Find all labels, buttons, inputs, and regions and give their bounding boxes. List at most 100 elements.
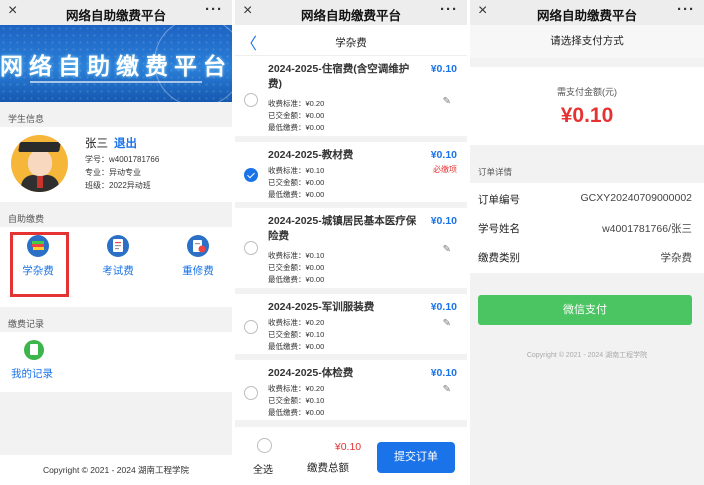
fee-price: ¥0.10 bbox=[430, 215, 457, 227]
banner: 网络自助缴费平台 bbox=[0, 25, 232, 102]
amount-value: ¥0.10 bbox=[560, 104, 614, 127]
fee-checkbox[interactable] bbox=[244, 241, 258, 255]
record-section-label: 缴费记录 bbox=[8, 319, 45, 329]
graduation-cap-icon bbox=[18, 142, 61, 152]
fee-item[interactable]: 2024-2025-城镇居民基本医疗保险费 ¥0.10 ✎ 收费标准：¥0.10… bbox=[235, 208, 467, 294]
amount-box: 需支付金额(元) ¥0.10 bbox=[470, 67, 704, 145]
fee-name: 2024-2025-教材费 bbox=[268, 149, 354, 161]
my-records-button[interactable]: 我的记录 bbox=[0, 332, 232, 392]
more-icon[interactable]: ··· bbox=[440, 1, 458, 18]
avatar-face bbox=[28, 150, 52, 176]
student-section-label: 学生信息 bbox=[8, 114, 45, 124]
fee-retake-button[interactable]: 重修费 bbox=[168, 227, 228, 307]
logout-link[interactable]: 退出 bbox=[114, 138, 137, 150]
fee-checkbox[interactable] bbox=[244, 320, 258, 334]
fee-name: 2024-2025-住宿费(含空调维护费) bbox=[268, 63, 410, 90]
edit-icon[interactable]: ✎ bbox=[443, 318, 451, 329]
fee-minimum: 最低缴费：¥0.00 bbox=[268, 190, 325, 199]
fee-standard: 收费标准：¥0.10 bbox=[268, 166, 325, 175]
fee-name: 2024-2025-体检费 bbox=[268, 367, 354, 379]
fee-minimum: 最低缴费：¥0.00 bbox=[268, 123, 325, 132]
detail-value: GCXY20240709000002 bbox=[580, 192, 692, 204]
required-badge: 必缴项 bbox=[433, 165, 457, 174]
submit-order-button[interactable]: 提交订单 bbox=[377, 442, 455, 473]
more-icon[interactable]: ··· bbox=[205, 1, 223, 18]
detail-row: 学号姓名 w4001781766/张三 bbox=[470, 212, 704, 241]
student-major: 专业：异动专业 bbox=[85, 168, 141, 177]
fee-exam-label: 考试费 bbox=[102, 265, 134, 277]
student-id: 学号：w4001781766 bbox=[85, 155, 160, 164]
fee-list: 2024-2025-住宿费(含空调维护费) ¥0.10 ✎ 收费标准：¥0.20… bbox=[235, 56, 467, 426]
exam-icon bbox=[107, 235, 129, 257]
fee-paid: 已交金额：¥0.00 bbox=[268, 178, 325, 187]
order-detail-title: 订单详情 bbox=[478, 167, 513, 177]
fee-price: ¥0.10 bbox=[430, 367, 457, 379]
fee-item[interactable]: 2024-2025-体检费 ¥0.10 ✎ 收费标准：¥0.20 已交金额：¥0… bbox=[235, 360, 467, 426]
detail-value: w4001781766/张三 bbox=[602, 223, 692, 235]
more-icon[interactable]: ··· bbox=[677, 1, 695, 18]
copyright: Copyright © 2021 - 2024 湖南工程学院 bbox=[526, 352, 648, 359]
detail-key: 订单编号 bbox=[478, 194, 520, 206]
fee-retake-label: 重修费 bbox=[182, 265, 214, 277]
fee-minimum: 最低缴费：¥0.00 bbox=[268, 275, 325, 284]
select-all-label: 全选 bbox=[253, 465, 273, 476]
detail-row: 订单编号 GCXY20240709000002 bbox=[470, 183, 704, 212]
sub-title: 学杂费 bbox=[335, 37, 367, 49]
student-name-row: 张三 退出 bbox=[85, 135, 137, 151]
fee-price: ¥0.10 bbox=[430, 149, 457, 161]
fee-standard: 收费标准：¥0.20 bbox=[268, 318, 325, 327]
retake-icon bbox=[187, 235, 209, 257]
banner-text: 网络自助缴费平台 bbox=[0, 53, 232, 79]
detail-value: 学杂费 bbox=[660, 252, 693, 264]
select-all-checkbox[interactable] bbox=[257, 438, 272, 453]
detail-key: 缴费类别 bbox=[478, 252, 520, 264]
fee-standard: 收费标准：¥0.10 bbox=[268, 251, 325, 260]
record-icon bbox=[24, 340, 44, 360]
detail-key: 学号姓名 bbox=[478, 223, 520, 235]
detail-row: 缴费类别 学杂费 bbox=[470, 241, 704, 270]
fee-paid: 已交金额：¥0.00 bbox=[268, 111, 325, 120]
fee-paid: 已交金额：¥0.10 bbox=[268, 396, 325, 405]
edit-icon[interactable]: ✎ bbox=[443, 384, 451, 395]
fee-price: ¥0.10 bbox=[430, 63, 457, 75]
fee-paid: 已交金额：¥0.10 bbox=[268, 330, 325, 339]
pay-section-label: 自助缴费 bbox=[8, 214, 45, 224]
payment-method-title: 请选择支付方式 bbox=[470, 25, 704, 58]
fee-item[interactable]: 2024-2025-教材费 ¥0.10 必缴项 收费标准：¥0.10 已交金额：… bbox=[235, 142, 467, 208]
fee-price: ¥0.10 bbox=[430, 301, 457, 313]
avatar bbox=[11, 135, 68, 192]
fee-checkbox[interactable] bbox=[244, 93, 258, 107]
fee-minimum: 最低缴费：¥0.00 bbox=[268, 408, 325, 417]
order-detail: 订单编号 GCXY20240709000002 学号姓名 w4001781766… bbox=[470, 183, 704, 273]
top-bar: × 网络自助缴费平台 ··· bbox=[235, 0, 467, 25]
page-title: 网络自助缴费平台 bbox=[536, 9, 637, 23]
fee-item[interactable]: 2024-2025-军训服装费 ¥0.10 ✎ 收费标准：¥0.20 已交金额：… bbox=[235, 294, 467, 360]
banner-divider bbox=[30, 81, 202, 83]
edit-icon[interactable]: ✎ bbox=[443, 244, 451, 255]
sub-header: 〈 学杂费 bbox=[235, 25, 467, 56]
fee-checkbox[interactable] bbox=[244, 386, 258, 400]
copyright: Copyright © 2021 - 2024 湖南工程学院 bbox=[0, 455, 232, 485]
fee-exam-button[interactable]: 考试费 bbox=[88, 227, 148, 307]
fee-standard: 收费标准：¥0.20 bbox=[268, 99, 325, 108]
fee-item[interactable]: 2024-2025-住宿费(含空调维护费) ¥0.10 ✎ 收费标准：¥0.20… bbox=[235, 56, 467, 142]
wechat-pay-button[interactable]: 微信支付 bbox=[478, 295, 692, 325]
fee-checkbox-checked[interactable] bbox=[244, 168, 258, 182]
edit-icon[interactable]: ✎ bbox=[443, 96, 451, 107]
page-title: 网络自助缴费平台 bbox=[65, 9, 166, 23]
top-bar: × 网络自助缴费平台 ··· bbox=[0, 0, 232, 25]
top-bar: × 网络自助缴费平台 ··· bbox=[470, 0, 704, 25]
payment-panel: × 网络自助缴费平台 ··· 请选择支付方式 需支付金额(元) ¥0.10 订单… bbox=[470, 0, 704, 485]
fee-name: 2024-2025-军训服装费 bbox=[268, 301, 375, 313]
fee-list-panel: × 网络自助缴费平台 ··· 〈 学杂费 2024-2025-住宿费(含空调维护… bbox=[235, 0, 467, 485]
my-records-label: 我的记录 bbox=[11, 368, 53, 380]
student-card: 张三 退出 学号：w4001781766 专业：异动专业 班级：2022异动班 bbox=[0, 127, 232, 202]
total-label: 缴费总额 bbox=[307, 462, 349, 474]
total-amount: ¥0.10 bbox=[334, 441, 362, 453]
fee-minimum: 最低缴费：¥0.00 bbox=[268, 342, 325, 351]
amount-label: 需支付金额(元) bbox=[557, 87, 617, 97]
fee-name: 2024-2025-城镇居民基本医疗保险费 bbox=[268, 215, 417, 242]
fee-standard: 收费标准：¥0.20 bbox=[268, 384, 325, 393]
selection-highlight bbox=[10, 232, 69, 297]
page-title: 网络自助缴费平台 bbox=[300, 9, 401, 23]
